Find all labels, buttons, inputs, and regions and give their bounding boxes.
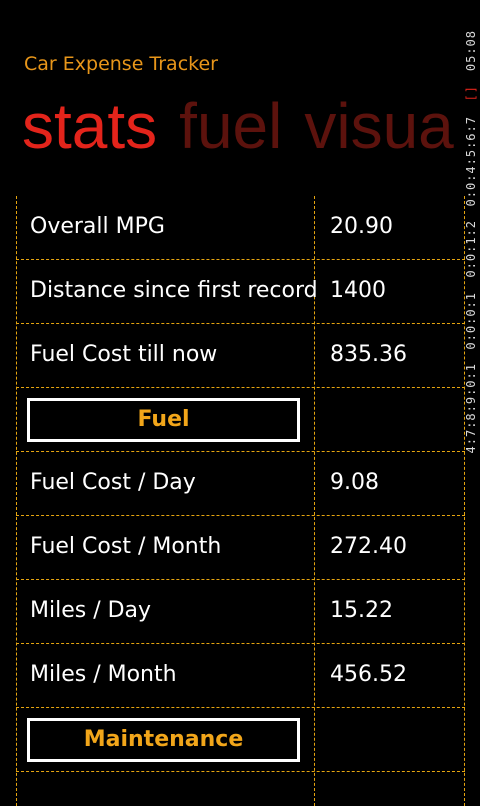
app-title: Car Expense Tracker [24,53,218,75]
stat-label: Fuel Cost / Month [30,534,222,559]
system-tray: 05:08 [] 0:0:4:5:6:7 0:0:1:2 0:0:0:1 4:7… [464,30,478,454]
pivot-item-stats[interactable]: stats [22,88,157,164]
maintenance-section-button[interactable]: Maintenance [27,718,300,762]
section-row-fuel: Fuel [16,388,465,452]
stat-row-fuel-cost-day: Fuel Cost / Day 9.08 [16,452,465,516]
stat-label: Fuel Cost till now [30,342,218,367]
stats-grid: Overall MPG 20.90 Distance since first r… [16,196,465,806]
fuel-section-button[interactable]: Fuel [27,398,300,442]
section-row-maintenance: Maintenance [16,708,465,772]
stat-value: 835.36 [330,342,407,367]
stat-value: 456.52 [330,662,407,687]
debug-counter-3: 0:0:0:1 [464,291,478,350]
pivot-item-visual[interactable]: visua [304,88,453,164]
stat-label: Miles / Month [30,662,177,687]
stat-label: Overall MPG [30,214,165,239]
stat-label: Distance since first record [30,278,318,303]
stat-label: Fuel Cost / Day [30,470,196,495]
stat-row-fuel-cost-month: Fuel Cost / Month 272.40 [16,516,465,580]
stat-value: 272.40 [330,534,407,559]
stat-row-fuel-cost-total: Fuel Cost till now 835.36 [16,324,465,388]
debug-counter-4: 4:7:8:9:0:1 [464,363,478,454]
battery-icon: [] [464,85,478,102]
stat-value: 9.08 [330,470,379,495]
pivot-item-fuel[interactable]: fuel [179,88,282,164]
stat-label: Miles / Day [30,598,152,623]
pivot-header: stats fuel visua [22,88,467,168]
stat-value: 20.90 [330,214,393,239]
debug-counter-1: 0:0:4:5:6:7 [464,115,478,207]
stat-row-overall-mpg: Overall MPG 20.90 [16,196,465,260]
stat-value: 15.22 [330,598,393,623]
stat-row-distance: Distance since first record 1400 [16,260,465,324]
stat-value: 1400 [330,278,386,303]
clock-indicator: 05:08 [464,30,478,72]
stat-row-miles-month: Miles / Month 456.52 [16,644,465,708]
stat-row-miles-day: Miles / Day 15.22 [16,580,465,644]
debug-counter-2: 0:0:1:2 [464,220,478,278]
